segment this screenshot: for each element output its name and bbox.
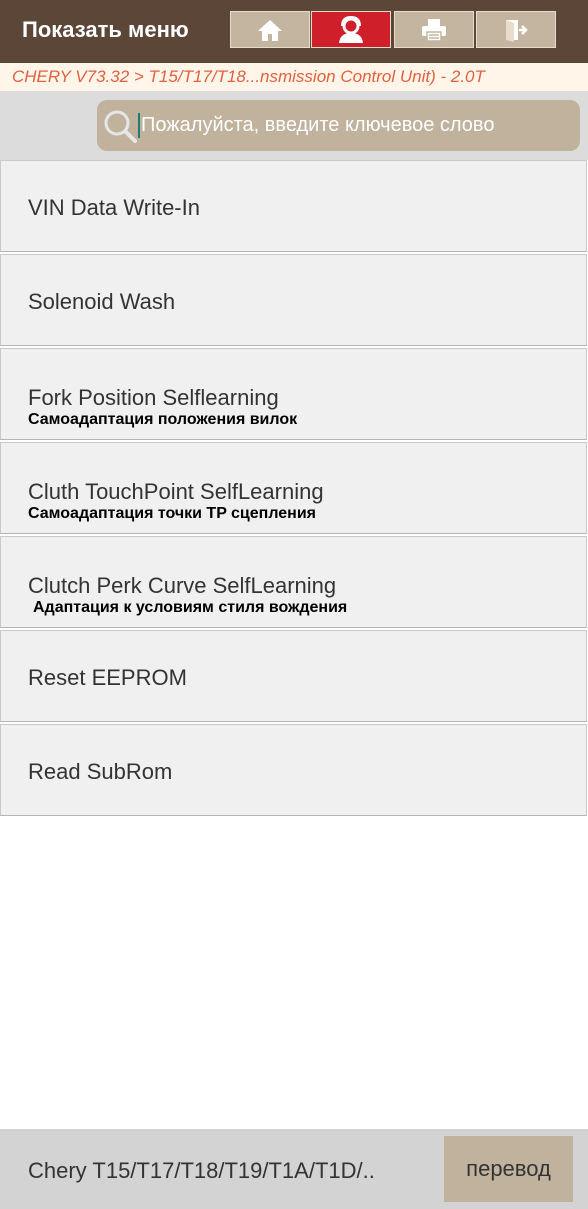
list-item-title: Cluth TouchPoint SelfLearning xyxy=(28,479,324,504)
list-item-reset-eeprom[interactable]: Reset EEPROM xyxy=(0,630,587,722)
search-placeholder: Пожалуйста, введите ключевое слово xyxy=(141,114,495,136)
list-item-translation: Самоадаптация положения вилок xyxy=(28,411,298,428)
list-item-clutch-touchpoint-selflearning[interactable]: Cluth TouchPoint SelfLearning Самоадапта… xyxy=(0,442,587,534)
technician-button[interactable] xyxy=(311,11,391,48)
breadcrumb: CHERY V73.32 > T15/T17/T18...nsmission C… xyxy=(0,63,588,91)
list-item-read-subrom[interactable]: Read SubRom xyxy=(0,724,587,816)
search-input[interactable]: Пожалуйста, введите ключевое слово xyxy=(97,100,580,151)
home-button[interactable] xyxy=(230,11,310,48)
search-icon xyxy=(104,110,137,143)
list-item-clutch-perk-curve-selflearning[interactable]: Clutch Perk Curve SelfLearning Адаптация… xyxy=(0,536,587,628)
list-item-title: Reset EEPROM xyxy=(28,665,187,690)
list-item-title: Fork Position Selflearning xyxy=(28,385,279,410)
top-toolbar: Показать меню xyxy=(0,0,588,63)
exit-button[interactable] xyxy=(476,11,556,48)
vehicle-name: Chery T15/T17/T18/T19/T1A/T1D/.. xyxy=(28,1158,375,1183)
list-item-title: Clutch Perk Curve SelfLearning xyxy=(28,573,337,598)
print-button[interactable] xyxy=(394,11,474,48)
list-item-fork-position-selflearning[interactable]: Fork Position Selflearning Самоадаптация… xyxy=(0,348,587,440)
list-item-title: VIN Data Write-In xyxy=(28,195,200,220)
list-item-vin-data-write-in[interactable]: VIN Data Write-In xyxy=(0,160,587,252)
list-item-title: Solenoid Wash xyxy=(28,289,176,314)
text-cursor xyxy=(138,113,140,138)
home-icon xyxy=(258,19,282,41)
search-area: Пожалуйста, введите ключевое слово xyxy=(0,91,588,160)
list-item-translation: Адаптация к условиям стиля вождения xyxy=(33,599,348,616)
list-item-solenoid-wash[interactable]: Solenoid Wash xyxy=(0,254,587,346)
exit-icon xyxy=(506,19,528,42)
bottom-bar: Chery T15/T17/T18/T19/T1A/T1D/.. перевод xyxy=(0,1129,588,1209)
function-list: VIN Data Write-In Solenoid Wash Fork Pos… xyxy=(0,160,588,818)
list-item-title: Read SubRom xyxy=(28,759,173,784)
show-menu-button[interactable]: Показать меню xyxy=(22,17,189,43)
translate-button[interactable]: перевод xyxy=(444,1136,573,1202)
list-item-translation: Самоадаптация точки TP сцепления xyxy=(28,505,317,522)
technician-icon xyxy=(339,15,363,43)
app-screen: Показать меню CHERY V73.32 > T15/T17/T18… xyxy=(0,0,588,1209)
printer-icon xyxy=(422,18,446,42)
